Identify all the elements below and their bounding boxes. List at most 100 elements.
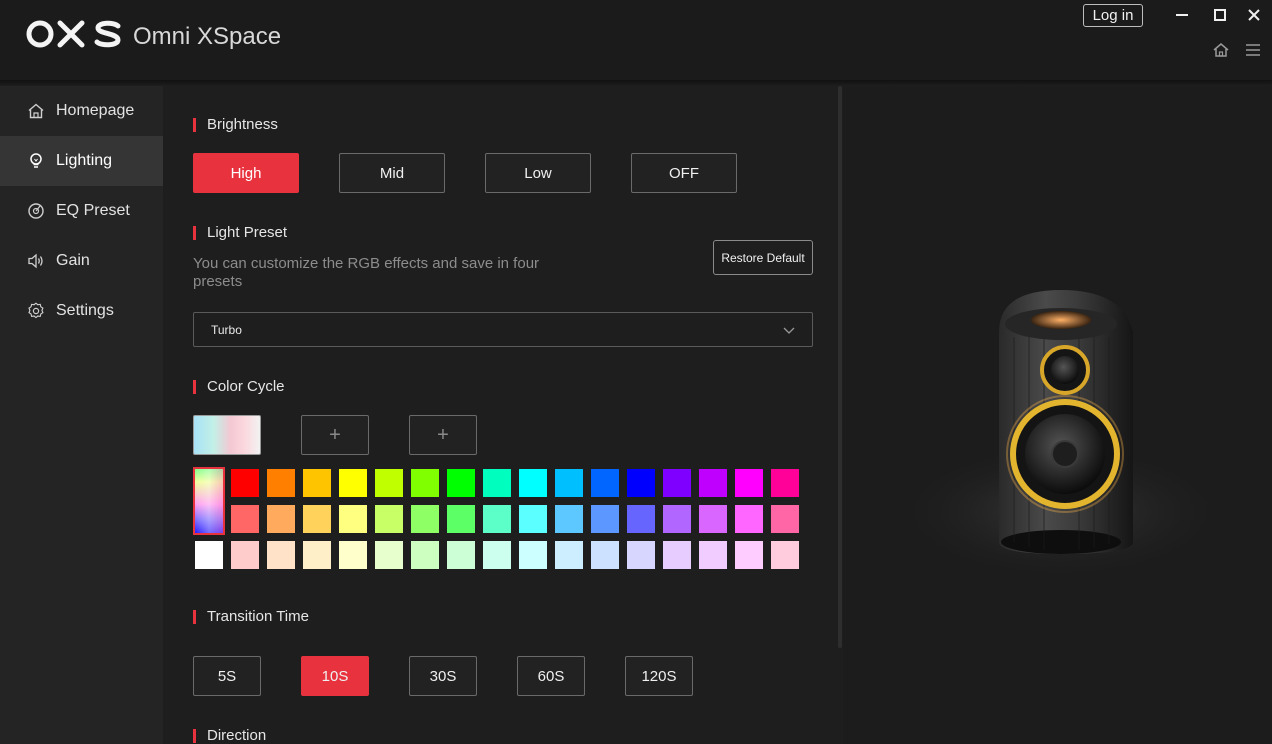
chevron-down-icon [783,327,795,334]
panel-scrollbar[interactable] [838,86,842,648]
brightness-mid-button[interactable]: Mid [339,153,445,193]
color-swatch[interactable] [519,505,547,533]
color-swatch[interactable] [483,469,511,497]
oxs-logo-icon [26,20,121,48]
color-cycle-add-slot-2[interactable]: + [301,415,369,455]
color-swatch[interactable] [627,541,655,569]
color-swatch[interactable] [555,505,583,533]
color-swatch[interactable] [483,505,511,533]
color-swatch[interactable] [303,469,331,497]
color-swatch[interactable] [303,541,331,569]
sidebar-item-settings[interactable]: Settings [0,286,163,336]
color-swatch[interactable] [627,469,655,497]
color-swatch[interactable] [375,469,403,497]
transition-time-title: Transition Time [193,608,309,626]
color-swatch[interactable] [591,505,619,533]
close-icon [1248,9,1260,21]
color-swatch[interactable] [339,505,367,533]
color-swatch[interactable] [339,469,367,497]
transition-5s-button[interactable]: 5S [193,656,261,696]
color-swatch[interactable] [231,469,259,497]
color-swatch[interactable] [627,505,655,533]
color-cycle-title: Color Cycle [193,378,285,396]
color-swatch[interactable] [267,505,295,533]
home-shortcut-button[interactable] [1211,40,1231,60]
preset-selected-value: Turbo [211,323,242,337]
color-swatch[interactable] [411,469,439,497]
color-swatch[interactable] [699,469,727,497]
custom-color-picker-swatch[interactable] [193,467,225,535]
maximize-button[interactable] [1209,4,1231,26]
color-swatch[interactable] [519,469,547,497]
login-button[interactable]: Log in [1083,4,1143,27]
color-swatch[interactable] [591,541,619,569]
color-swatch[interactable] [771,505,799,533]
color-swatch[interactable] [447,469,475,497]
color-swatch[interactable] [339,541,367,569]
color-swatch[interactable] [483,541,511,569]
light-preset-description: You can customize the RGB effects and sa… [193,255,540,290]
color-swatch[interactable] [519,541,547,569]
speaker-preview-panel [843,86,1272,744]
color-swatch[interactable] [699,541,727,569]
color-swatch[interactable] [267,469,295,497]
title-bar: Omni XSpace Log in [0,0,1272,80]
color-swatch[interactable] [699,505,727,533]
color-swatch[interactable] [591,469,619,497]
color-swatch[interactable] [663,469,691,497]
color-swatch[interactable] [735,541,763,569]
color-swatch[interactable] [447,505,475,533]
color-cycle-add-slot-3[interactable]: + [409,415,477,455]
brightness-off-button[interactable]: OFF [631,153,737,193]
restore-default-button[interactable]: Restore Default [713,240,813,275]
color-swatch[interactable] [231,505,259,533]
transition-10s-button[interactable]: 10S [301,656,369,696]
sidebar-item-eq-preset[interactable]: EQ Preset [0,186,163,236]
color-swatch[interactable] [555,541,583,569]
minimize-button[interactable] [1171,4,1193,26]
sidebar-item-label: Settings [56,302,114,319]
color-swatch[interactable] [411,541,439,569]
color-swatch[interactable] [231,541,259,569]
speaker-icon [27,252,45,270]
brightness-low-button[interactable]: Low [485,153,591,193]
minimize-icon [1176,14,1188,16]
transition-120s-button[interactable]: 120S [625,656,693,696]
sidebar-item-gain[interactable]: Gain [0,236,163,286]
close-button[interactable] [1243,4,1265,26]
color-swatch[interactable] [663,541,691,569]
transition-30s-button[interactable]: 30S [409,656,477,696]
color-swatch[interactable] [267,541,295,569]
light-preset-title: Light Preset [193,224,287,242]
color-swatch[interactable] [771,469,799,497]
transition-60s-button[interactable]: 60S [517,656,585,696]
hamburger-icon [1246,44,1260,56]
preset-dropdown[interactable]: Turbo [193,312,813,347]
direction-title: Direction [193,727,266,744]
sidebar-item-lighting[interactable]: Lighting [0,136,163,186]
sidebar-item-label: Homepage [56,102,135,119]
color-swatch[interactable] [663,505,691,533]
bulb-icon [27,152,45,170]
home-icon [27,102,45,120]
color-swatch[interactable] [735,505,763,533]
app-window: Omni XSpace Log in Homepage Lighting EQ … [0,0,1272,744]
color-swatch[interactable] [303,505,331,533]
gear-icon [27,302,45,320]
color-swatch[interactable] [735,469,763,497]
sidebar-item-homepage[interactable]: Homepage [0,86,163,136]
color-swatch[interactable] [411,505,439,533]
menu-button[interactable] [1243,40,1263,60]
color-swatch[interactable] [447,541,475,569]
plus-icon: + [437,423,449,446]
sidebar: Homepage Lighting EQ Preset Gain Setting… [0,86,163,744]
color-swatch[interactable] [195,541,223,569]
sidebar-item-label: Lighting [56,152,113,169]
color-swatch[interactable] [555,469,583,497]
color-swatch[interactable] [771,541,799,569]
color-swatch[interactable] [375,541,403,569]
brightness-high-button[interactable]: High [193,153,299,193]
color-swatch[interactable] [375,505,403,533]
plus-icon: + [329,423,341,446]
color-cycle-slot-1[interactable] [193,415,261,455]
